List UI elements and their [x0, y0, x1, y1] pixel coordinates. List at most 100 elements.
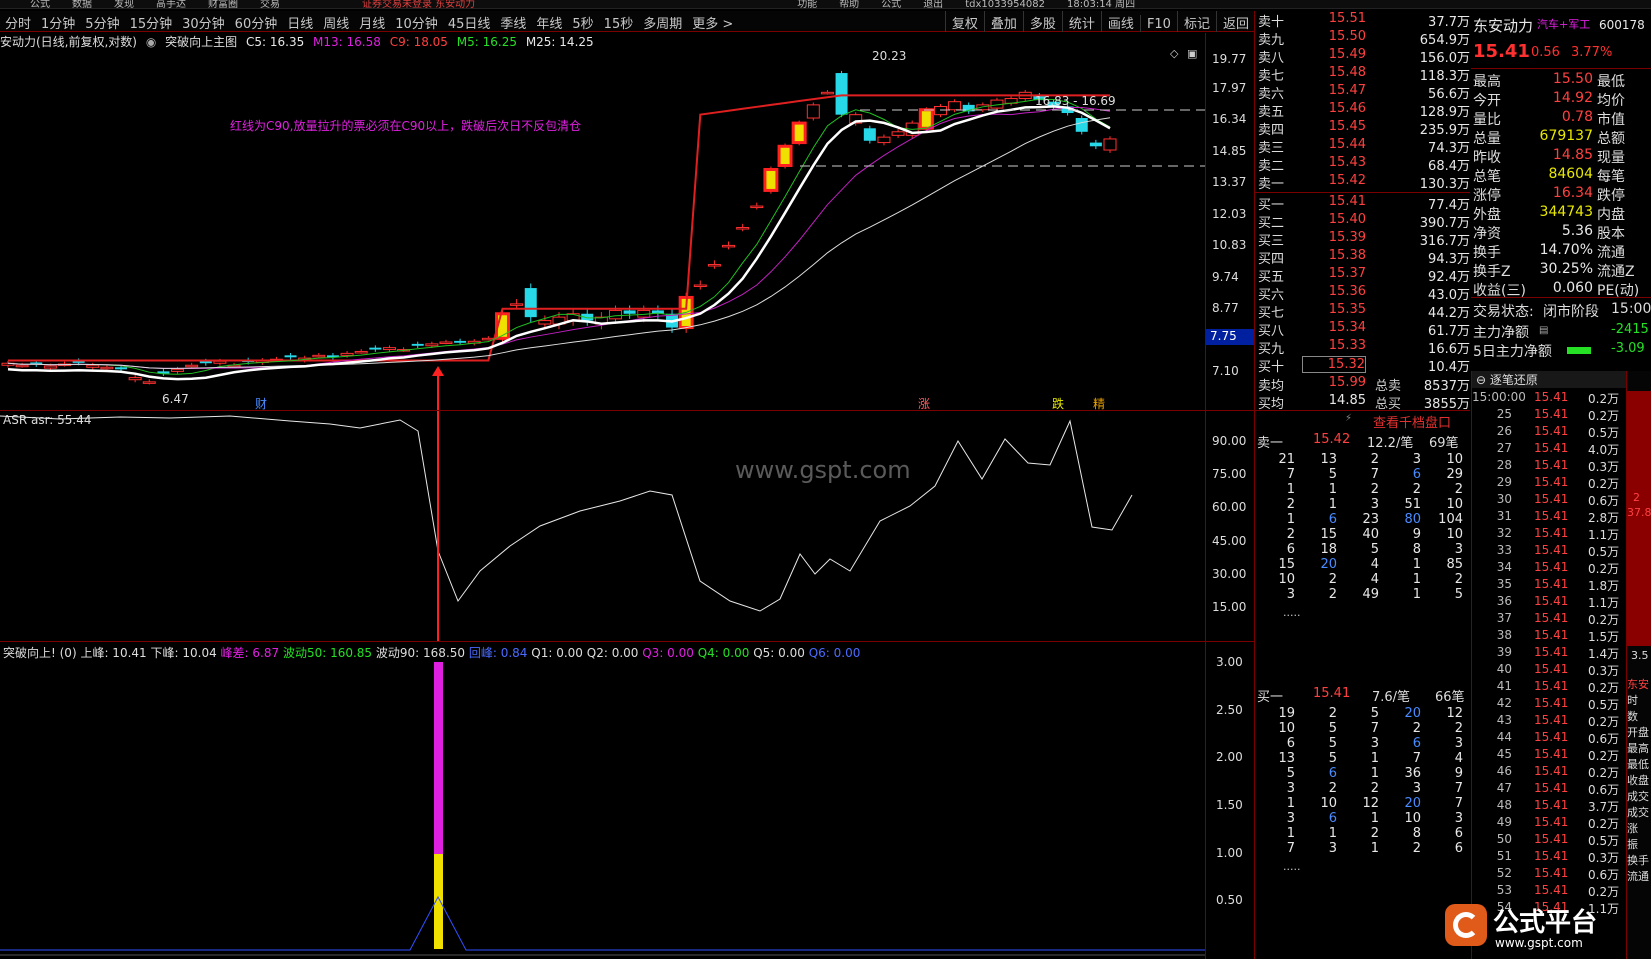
menu-item[interactable]: 数据	[72, 0, 92, 8]
candle-body[interactable]	[806, 104, 820, 119]
buy-row[interactable]: 买二 15.40 390.7万	[1255, 212, 1470, 231]
candle-body[interactable]	[439, 341, 453, 345]
buy-row[interactable]: 买七 15.35 44.2万	[1255, 302, 1470, 321]
sell-row[interactable]: 卖二 15.43 68.4万	[1255, 155, 1470, 174]
candle-body[interactable]	[835, 73, 848, 115]
period-tab[interactable]: 季线	[495, 11, 531, 32]
sell-row[interactable]: 卖四 15.45 235.9万	[1255, 119, 1470, 138]
candle-body[interactable]	[171, 368, 185, 372]
buy-row[interactable]: 买十 15.32 10.4万	[1255, 356, 1470, 375]
period-tab[interactable]: 45日线	[443, 11, 496, 32]
candle-body[interactable]	[1075, 118, 1088, 132]
candle-body[interactable]	[128, 377, 142, 381]
buy-row[interactable]: 买三 15.39 316.7万	[1255, 230, 1470, 249]
candle-body[interactable]	[411, 343, 424, 346]
tick-header[interactable]: ⊖ 逐笔还原	[1472, 371, 1627, 388]
candle-body[interactable]	[736, 227, 750, 230]
menu-item[interactable]: 公式	[30, 0, 50, 8]
candle-body[interactable]	[609, 309, 623, 320]
top-right-item[interactable]: 公式	[881, 0, 901, 8]
buy-row[interactable]: 买九 15.33 16.6万	[1255, 338, 1470, 357]
sell-row[interactable]: 卖六 15.47 56.6万	[1255, 83, 1470, 102]
period-tab[interactable]: 1分钟	[36, 11, 80, 32]
period-tab[interactable]: 30分钟	[177, 11, 230, 32]
candle-body[interactable]	[750, 205, 764, 209]
candle-body[interactable]	[1103, 138, 1117, 151]
candle-body[interactable]	[142, 381, 156, 384]
candle-body[interactable]	[369, 347, 382, 350]
period-tab[interactable]: 多周期	[638, 11, 687, 32]
overlay-button[interactable]: 叠加	[983, 11, 1023, 32]
breakout-chart[interactable]	[0, 642, 1205, 959]
candle-body[interactable]	[877, 136, 891, 144]
period-tab[interactable]: 5分钟	[80, 11, 124, 32]
candle-body[interactable]	[100, 366, 114, 370]
window-icon[interactable]: ▣	[1187, 50, 1197, 60]
candle-body[interactable]	[524, 288, 537, 318]
period-tab[interactable]: 10分钟	[390, 11, 443, 32]
stats-button[interactable]: 统计	[1061, 11, 1101, 32]
f10-button[interactable]: F10	[1139, 15, 1177, 32]
candle-body[interactable]	[43, 365, 57, 369]
stock-tags[interactable]: 汽车+军工	[1537, 16, 1590, 32]
period-tab[interactable]: 15秒	[599, 11, 639, 32]
candle-body[interactable]	[777, 144, 793, 167]
sell-row[interactable]: 卖七 15.48 118.3万	[1255, 65, 1470, 84]
candle-body[interactable]	[382, 347, 396, 351]
candle-body[interactable]	[891, 131, 905, 136]
top-right-item[interactable]: 退出	[923, 0, 943, 8]
candle-body[interactable]	[454, 340, 467, 343]
back-button[interactable]: 返回	[1215, 11, 1255, 32]
multi-stock-button[interactable]: 多股	[1022, 11, 1062, 32]
candle-body[interactable]	[340, 352, 354, 356]
candle-body[interactable]	[623, 310, 636, 314]
period-tab[interactable]: 月线	[354, 11, 390, 32]
buy-row[interactable]: 买六 15.36 43.0万	[1255, 284, 1470, 303]
candle-body[interactable]	[86, 364, 100, 368]
event-marker-die[interactable]: 跌	[1052, 396, 1064, 410]
candle-body[interactable]	[948, 101, 962, 111]
candle-body[interactable]	[284, 355, 297, 358]
tick-list[interactable]: 15:00:00 15.41 0.2万 25 15.41 0.2万 26 15.41 0.5万 2…	[1472, 390, 1627, 917]
sell-row[interactable]: 卖八 15.49 156.0万	[1255, 47, 1470, 66]
menu-item[interactable]: 财富圈	[208, 0, 238, 8]
collapse-icon[interactable]: ⊖	[1476, 373, 1486, 387]
candle-body[interactable]	[863, 128, 876, 141]
restore-button[interactable]: 复权	[944, 11, 984, 32]
period-tab[interactable]: 年线	[531, 11, 567, 32]
candle-body[interactable]	[199, 361, 212, 364]
more-periods-button[interactable]: 更多 >	[687, 11, 738, 32]
candle-body[interactable]	[213, 360, 227, 364]
sell-row[interactable]: 卖三 15.44 74.3万	[1255, 137, 1470, 156]
menu-item[interactable]: 交易	[260, 0, 280, 8]
buy-row[interactable]: 买八 15.34 61.7万	[1255, 320, 1470, 339]
menu-item[interactable]: 发现	[114, 0, 134, 8]
top-right-item[interactable]: 帮助	[839, 0, 859, 8]
candle-body[interactable]	[510, 303, 524, 306]
diamond-icon[interactable]: ◇	[1170, 50, 1179, 60]
sell-row[interactable]: 卖九 15.50 654.9万	[1255, 29, 1470, 48]
candle-body[interactable]	[918, 108, 934, 130]
period-tab[interactable]: 日线	[282, 11, 318, 32]
candle-body[interactable]	[722, 244, 736, 248]
candle-body[interactable]	[185, 364, 199, 368]
buy-row[interactable]: 买一 15.41 77.4万	[1255, 194, 1470, 213]
event-marker-zhang[interactable]: 涨	[918, 396, 930, 410]
more-indicator[interactable]: .....	[1283, 606, 1300, 619]
period-tab[interactable]: 周线	[318, 11, 354, 32]
view-level1000-link[interactable]: 查看千档盘口	[1373, 412, 1451, 431]
candle-body[interactable]	[820, 91, 834, 95]
candle-body[interactable]	[763, 168, 779, 192]
menu-item[interactable]: 高手达	[156, 0, 186, 8]
candle-body[interactable]	[425, 343, 439, 347]
sell-row[interactable]: 卖一 15.42 130.3万	[1255, 173, 1470, 192]
buy-row[interactable]: 买四 15.38 94.3万	[1255, 248, 1470, 267]
candle-body[interactable]	[538, 320, 552, 325]
event-marker-jing[interactable]: 精	[1093, 397, 1105, 410]
candle-body[interactable]	[312, 354, 326, 358]
candle-body[interactable]	[115, 367, 128, 370]
indicator-name[interactable]: 突破向上主图	[165, 35, 237, 49]
candle-body[interactable]	[1089, 142, 1102, 147]
candle-body[interactable]	[354, 350, 368, 354]
flow-icon[interactable]: ▤	[1539, 325, 1548, 336]
